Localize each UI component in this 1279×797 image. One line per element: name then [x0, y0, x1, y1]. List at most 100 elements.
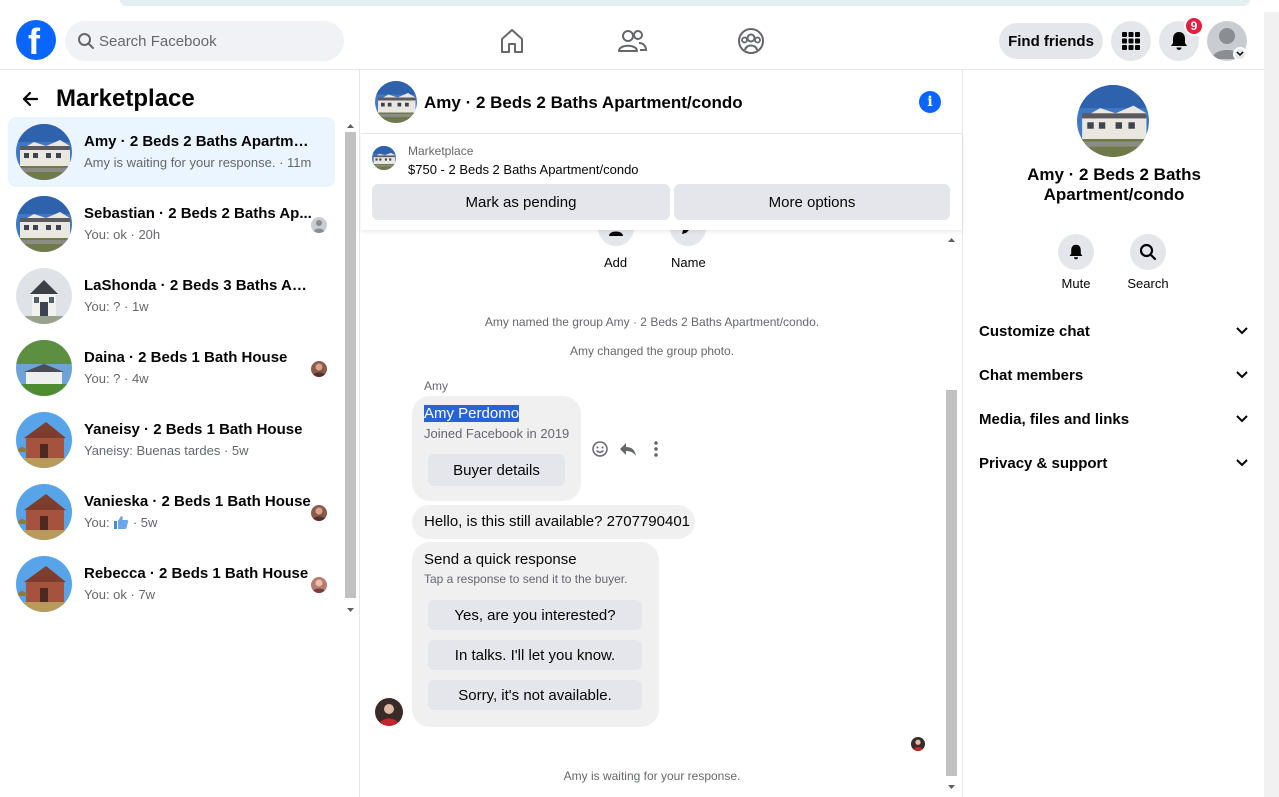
section-label: Media, files and links	[979, 410, 1130, 428]
listing-photo	[16, 196, 72, 252]
page-scrollbar[interactable]	[1264, 12, 1279, 797]
chat-header: Amy · 2 Beds 2 Baths Apartment/condo i	[361, 70, 962, 134]
listing-photo	[16, 268, 72, 324]
conversation-name: Yaneisy · 2 Beds 1 Bath House	[84, 421, 303, 438]
quick-response-option[interactable]: Sorry, it's not available.	[428, 680, 642, 710]
listing-thumbnail[interactable]	[372, 146, 396, 170]
thumbs-up-icon	[114, 516, 129, 529]
scroll-thumb[interactable]	[345, 132, 356, 598]
joined-date: Joined Facebook in 2019	[424, 426, 570, 441]
conversation-item[interactable]: Vanieska · 2 Beds 1 Bath House You: · 5w	[8, 477, 335, 547]
listing-label: Marketplace	[408, 144, 474, 158]
friends-icon[interactable]	[617, 26, 647, 56]
chat-scrollbar[interactable]	[944, 230, 959, 797]
seen-avatar	[311, 361, 327, 377]
sender-avatar[interactable]	[375, 698, 403, 726]
seen-avatar	[311, 217, 327, 233]
customize-chat-section[interactable]: Customize chat	[979, 319, 1249, 343]
quick-response-subtitle: Tap a response to send it to the buyer.	[424, 572, 628, 586]
chat-details-panel: Amy · 2 Beds 2 Baths Apartment/condo Mut…	[962, 70, 1264, 797]
chevron-down-icon	[1236, 415, 1248, 423]
chat-photo[interactable]	[1077, 85, 1149, 157]
react-icon[interactable]	[591, 440, 609, 458]
more-vertical-icon[interactable]	[647, 440, 665, 458]
conversation-preview: You: ? · 4w	[84, 371, 149, 386]
conversation-item[interactable]: Rebecca · 2 Beds 1 Bath House You: ok · …	[8, 549, 335, 619]
conversation-name: LaShonda · 2 Beds 3 Baths Apar...	[84, 277, 314, 294]
read-receipt-avatar	[911, 737, 925, 751]
search-label: Search	[1127, 276, 1169, 291]
chat-avatar[interactable]	[375, 81, 417, 123]
find-friends-button[interactable]: Find friends	[999, 23, 1103, 59]
message-thread: Add Name Amy named the group Amy · 2 Bed…	[361, 230, 943, 797]
privacy-support-section[interactable]: Privacy & support	[979, 451, 1249, 475]
media-files-links-section[interactable]: Media, files and links	[979, 407, 1249, 431]
listing-title[interactable]: $750 - 2 Beds 2 Baths Apartment/condo	[408, 162, 639, 177]
conversation-item[interactable]: LaShonda · 2 Beds 3 Baths Apar... You: ?…	[8, 261, 335, 331]
message-bubble: Hello, is this still available? 27077904…	[412, 505, 695, 539]
conversation-list-scrollbar[interactable]	[343, 118, 358, 620]
info-icon[interactable]: i	[919, 91, 941, 113]
bell-icon	[1069, 244, 1083, 260]
search-in-chat-button[interactable]: Search	[1118, 234, 1178, 291]
scroll-thumb[interactable]	[946, 390, 957, 776]
bell-icon	[1171, 32, 1187, 50]
back-arrow-icon[interactable]	[20, 89, 40, 109]
quick-response-option[interactable]: Yes, are you interested?	[428, 600, 642, 630]
add-member-button[interactable]	[598, 230, 634, 246]
scroll-down-icon[interactable]	[944, 781, 959, 793]
buyer-card: Amy Perdomo Joined Facebook in 2019 Buye…	[412, 396, 581, 501]
grid-menu-icon	[1122, 32, 1140, 50]
seen-avatar	[311, 577, 327, 593]
preview-prefix: You:	[84, 515, 110, 530]
conversation-item[interactable]: Yaneisy · 2 Beds 1 Bath House Yaneisy: B…	[8, 405, 335, 475]
quick-response-option[interactable]: In talks. I'll let you know.	[428, 640, 642, 670]
listing-banner: Marketplace $750 - 2 Beds 2 Baths Apartm…	[361, 134, 962, 230]
conversation-name: Rebecca · 2 Beds 1 Bath House	[84, 565, 309, 582]
conversation-name: Vanieska · 2 Beds 1 Bath House	[84, 493, 311, 510]
chevron-down-icon	[1236, 371, 1248, 379]
chat-members-section[interactable]: Chat members	[979, 363, 1249, 387]
marketplace-header: Marketplace	[20, 84, 195, 114]
listing-photo	[16, 412, 72, 468]
listing-photo	[16, 484, 72, 540]
conversation-item[interactable]: Sebastian · 2 Beds 2 Baths Ap... You: ok…	[8, 189, 335, 259]
facebook-logo[interactable]: f	[16, 20, 56, 62]
mark-as-pending-button[interactable]: Mark as pending	[372, 184, 670, 220]
seen-avatar	[311, 505, 327, 521]
notification-badge: 9	[1184, 16, 1204, 36]
name-group-button[interactable]	[670, 230, 706, 246]
reply-icon[interactable]	[619, 440, 637, 458]
chat-title[interactable]: Amy · 2 Beds 2 Baths Apartment/condo	[424, 93, 743, 113]
conversation-item[interactable]: Daina · 2 Beds 1 Bath House You: ? · 4w	[8, 333, 335, 403]
listing-photo	[16, 340, 72, 396]
search-input[interactable]	[99, 21, 329, 61]
conversation-preview: You: ? · 1w	[84, 299, 149, 314]
account-menu-caret[interactable]	[1233, 47, 1247, 61]
home-icon[interactable]	[497, 26, 527, 56]
menu-button[interactable]	[1111, 21, 1151, 61]
conversation-name: Sebastian · 2 Beds 2 Baths Ap...	[84, 205, 312, 222]
conversation-preview: You: · 5w	[84, 515, 324, 530]
mute-button[interactable]: Mute	[1046, 234, 1106, 291]
quick-response-title: Send a quick response	[424, 551, 577, 568]
sender-name: Amy	[424, 379, 448, 393]
search-box[interactable]	[65, 21, 344, 61]
section-label: Customize chat	[979, 322, 1090, 340]
conversation-item[interactable]: Amy · 2 Beds 2 Baths Apartmen... Amy is …	[8, 117, 335, 187]
name-label: Name	[671, 255, 706, 270]
buyer-details-button[interactable]: Buyer details	[428, 454, 565, 486]
groups-icon[interactable]	[736, 26, 766, 56]
conversation-preview: You: ok · 20h	[84, 227, 161, 242]
chevron-down-icon	[1236, 459, 1248, 467]
section-label: Privacy & support	[979, 454, 1108, 472]
more-options-button[interactable]: More options	[674, 184, 950, 220]
chevron-down-icon	[1236, 51, 1244, 57]
scroll-up-icon[interactable]	[944, 234, 959, 246]
facebook-logo-letter: f	[28, 21, 40, 62]
buyer-name[interactable]: Amy Perdomo	[424, 405, 520, 422]
section-label: Chat members	[979, 366, 1084, 384]
scroll-down-icon[interactable]	[343, 604, 358, 616]
scroll-up-icon[interactable]	[343, 120, 358, 132]
preview-suffix: · 5w	[132, 515, 158, 530]
